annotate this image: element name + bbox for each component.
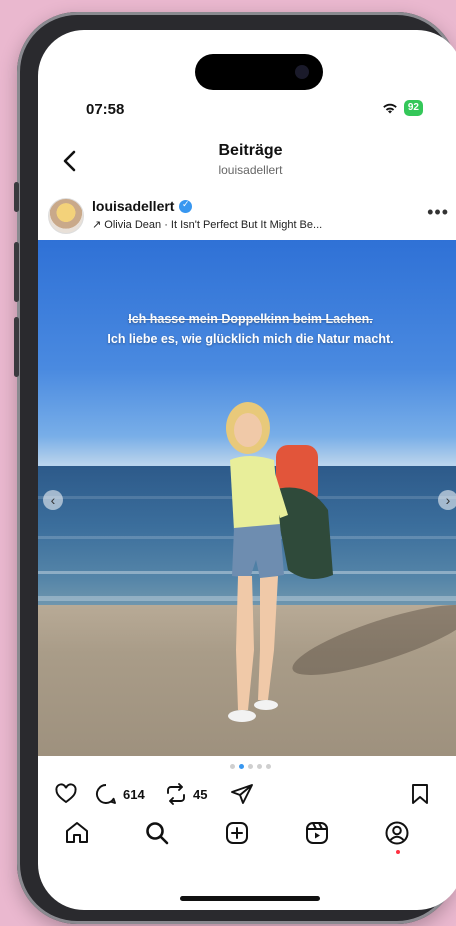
music-label[interactable]: ↗ Olivia Dean · It Isn't Perfect But It … xyxy=(92,218,322,231)
wifi-icon xyxy=(383,103,397,114)
post-header: louisadellert ↗ Olivia Dean · It Isn't P… xyxy=(38,192,456,240)
page-subtitle: louisadellert xyxy=(218,163,283,177)
avatar[interactable] xyxy=(48,198,84,234)
post-actions: 614 45 xyxy=(38,782,456,812)
home-icon xyxy=(66,822,88,843)
carousel-dot xyxy=(248,764,253,769)
carousel-indicator xyxy=(38,764,456,769)
like-button[interactable] xyxy=(54,782,78,806)
volume-up-button xyxy=(14,242,19,302)
tab-reels[interactable] xyxy=(304,820,334,850)
comment-icon xyxy=(96,784,116,804)
carousel-dot xyxy=(257,764,262,769)
carousel-dot xyxy=(230,764,235,769)
tab-home[interactable] xyxy=(64,820,94,850)
notification-dot xyxy=(396,850,400,854)
dynamic-island xyxy=(195,54,323,90)
share-button[interactable] xyxy=(230,782,254,806)
repost-button[interactable]: 45 xyxy=(164,782,207,806)
mute-switch xyxy=(14,182,19,212)
phone-frame: 07:58 92 Beiträge louisadellert louisade… xyxy=(14,12,456,924)
post-username[interactable]: louisadellert xyxy=(92,198,174,214)
tab-create[interactable] xyxy=(224,820,254,850)
plus-square-icon xyxy=(226,822,248,844)
post-photo[interactable]: Ich hasse mein Doppelkinn beim Lachen. I… xyxy=(38,240,456,756)
battery-indicator: 92 xyxy=(403,100,423,116)
profile-icon xyxy=(385,821,409,845)
overlay-text: Ich liebe es, wie glücklich mich die Nat… xyxy=(107,332,394,346)
tab-profile[interactable] xyxy=(384,820,414,854)
username-row: louisadellert xyxy=(92,198,193,214)
verified-icon xyxy=(179,199,193,213)
home-indicator xyxy=(180,896,320,901)
reels-icon xyxy=(306,822,328,844)
carousel-dot xyxy=(266,764,271,769)
bookmark-icon xyxy=(412,784,428,804)
camera xyxy=(295,65,309,79)
carousel-prev-icon[interactable]: ‹ xyxy=(43,490,63,510)
nav-header: Beiträge louisadellert xyxy=(38,142,456,186)
carousel-dot-active xyxy=(239,764,244,769)
volume-down-button xyxy=(14,317,19,377)
more-icon[interactable]: ••• xyxy=(427,202,449,223)
comment-button[interactable]: 614 xyxy=(94,782,145,806)
comment-count: 614 xyxy=(123,786,145,802)
overlay-text-struck: Ich hasse mein Doppelkinn beim Lachen. xyxy=(128,312,373,326)
screen: 07:58 92 Beiträge louisadellert louisade… xyxy=(38,30,456,910)
status-time: 07:58 xyxy=(86,101,125,118)
repost-count: 45 xyxy=(193,786,208,802)
save-button[interactable] xyxy=(408,782,432,806)
repost-icon xyxy=(167,783,185,805)
tab-bar xyxy=(38,820,456,860)
search-icon xyxy=(146,822,169,845)
carousel-next-icon[interactable]: › xyxy=(438,490,456,510)
send-icon xyxy=(231,784,253,804)
tab-search[interactable] xyxy=(144,820,174,850)
status-indicators: 92 xyxy=(382,100,423,116)
person-with-backpack xyxy=(226,402,333,722)
page-title: Beiträge xyxy=(218,142,283,159)
heart-icon xyxy=(55,783,77,804)
